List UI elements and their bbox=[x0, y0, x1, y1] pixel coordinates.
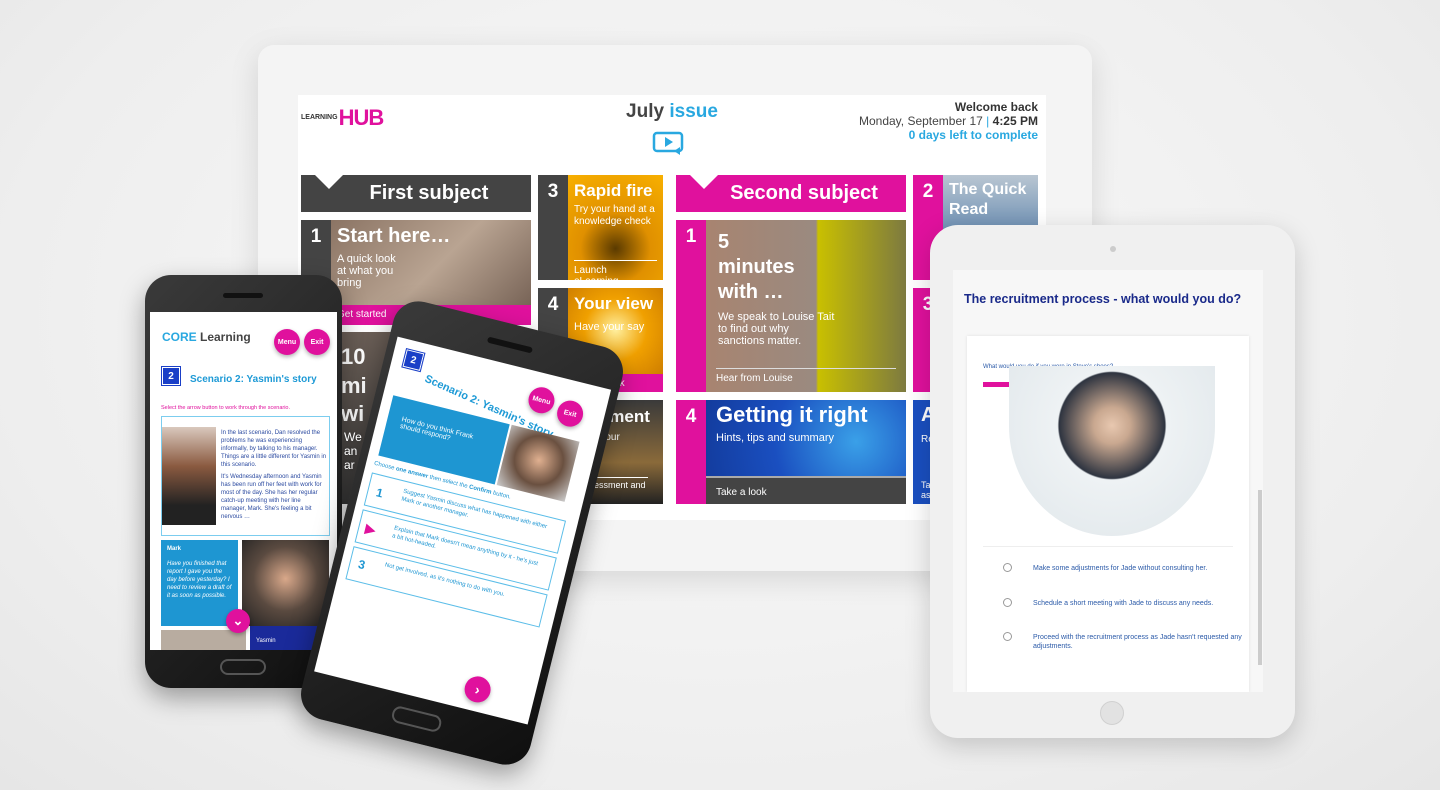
tile-title: Start here… bbox=[337, 225, 451, 247]
tile-number: 3 bbox=[538, 175, 568, 280]
scroll-down-button[interactable]: ⌄ bbox=[226, 609, 250, 633]
tile-number: 4 bbox=[676, 400, 706, 504]
tablet-screen: The recruitment process - what would you… bbox=[953, 270, 1263, 692]
date-text: Monday, September 17 bbox=[858, 114, 983, 128]
scrollbar[interactable] bbox=[1258, 490, 1262, 665]
tile-text: Hints, tips and summary bbox=[716, 432, 834, 444]
speaker-quote: Have you finished that report I gave you… bbox=[167, 561, 232, 599]
option-2-label[interactable]: Schedule a short meeting with Jade to di… bbox=[1033, 599, 1243, 608]
option-number: 1 bbox=[374, 485, 385, 501]
divider bbox=[983, 546, 1233, 547]
scenario-title: Scenario 2: Yasmin's story bbox=[190, 374, 317, 385]
launch-elearning-link[interactable]: Launch eLearning bbox=[574, 260, 657, 280]
story-paragraph-1: In the last scenario, Dan resolved the p… bbox=[221, 430, 327, 468]
hear-from-louise-link[interactable]: Hear from Louise bbox=[716, 368, 896, 388]
option-3-label[interactable]: Proceed with the recruitment process as … bbox=[1033, 633, 1243, 651]
instr-b: one answer bbox=[395, 466, 429, 480]
instr-a: Choose bbox=[373, 460, 397, 473]
home-button[interactable] bbox=[390, 704, 443, 734]
radio-option-2[interactable] bbox=[1003, 598, 1012, 607]
speaker-grille bbox=[486, 336, 533, 354]
front-camera bbox=[1110, 246, 1116, 252]
instr-d: Confirm bbox=[468, 484, 493, 496]
tile-5-minutes-with[interactable]: 1 5 minutes with … We speak to Louise Tai… bbox=[676, 220, 906, 392]
option-number: 3 bbox=[356, 557, 367, 573]
take-a-look-link[interactable]: Take a look bbox=[706, 476, 906, 504]
exit-button[interactable]: Exit bbox=[304, 329, 330, 355]
welcome-text: Welcome back bbox=[954, 100, 1038, 114]
tile-text: Try your hand at a knowledge check bbox=[574, 204, 655, 227]
story-box: In the last scenario, Dan resolved the p… bbox=[161, 416, 330, 536]
welcome-panel: Welcome back Monday, September 17 | 4:25… bbox=[859, 100, 1038, 142]
second-subject-header: Second subject bbox=[676, 175, 906, 212]
tile-number: 1 bbox=[676, 220, 706, 392]
question-card: What would you do if you were in Steve's… bbox=[967, 336, 1249, 692]
tile-number: 10 bbox=[341, 344, 366, 369]
story-paragraph-2: It's Wednesday afternoon and Yasmin has … bbox=[221, 474, 322, 520]
second-subject-label: Second subject bbox=[730, 182, 878, 204]
tile-title: Getting it right bbox=[716, 402, 868, 427]
next-photo bbox=[161, 630, 246, 650]
title-month: July bbox=[626, 101, 665, 122]
phone-left-screen: CORE Learning Menu Exit 2 Scenario 2: Ya… bbox=[150, 312, 337, 650]
speaker-name: Mark bbox=[167, 546, 182, 552]
tile-title: Rapid fire bbox=[574, 181, 653, 200]
steve-photo bbox=[1009, 366, 1215, 536]
separator: | bbox=[986, 114, 990, 128]
tile-title: mi wi bbox=[341, 373, 367, 426]
menu-button[interactable]: Menu bbox=[525, 384, 558, 417]
scenario-badge: 2 bbox=[401, 347, 426, 373]
tile-text: We an ar bbox=[344, 430, 362, 472]
tile-title: 5 minutes with … bbox=[718, 231, 795, 303]
radio-option-1[interactable] bbox=[1003, 563, 1012, 572]
speaker-grille bbox=[223, 293, 263, 298]
instr-e: button. bbox=[490, 489, 512, 501]
first-subject-header: First subject bbox=[301, 175, 531, 212]
home-button[interactable] bbox=[1100, 701, 1124, 725]
tile-rapid-fire[interactable]: 3 Rapid fire Try your hand at a knowledge… bbox=[538, 175, 663, 280]
next-button[interactable]: › bbox=[461, 673, 494, 706]
option-1-label[interactable]: Make some adjustments for Jade without c… bbox=[1033, 564, 1243, 573]
instruction-text: Select the arrow button to work through … bbox=[161, 405, 291, 411]
tile-text: We speak to Louise Tait to find out why … bbox=[718, 311, 835, 347]
title-issue: issue bbox=[669, 101, 718, 122]
brand-learning: Learning bbox=[196, 330, 251, 344]
tile-text: A quick look at what you bring bbox=[337, 253, 396, 289]
radio-option-3[interactable] bbox=[1003, 632, 1012, 641]
time-text: 4:25 PM bbox=[992, 114, 1038, 128]
scenario-badge: 2 bbox=[161, 366, 181, 386]
first-subject-label: First subject bbox=[369, 182, 489, 204]
tile-getting-it-right[interactable]: 4 Getting it right Hints, tips and summar… bbox=[676, 400, 906, 504]
days-left-text: 0 days left to complete bbox=[908, 128, 1038, 142]
selected-arrow-icon: ▶ bbox=[363, 519, 378, 538]
tile-text: Have your say bbox=[574, 321, 645, 333]
mark-photo bbox=[242, 540, 329, 626]
core-learning-logo: CORE Learning bbox=[162, 330, 251, 344]
tile-title: The Quick Read bbox=[949, 181, 1027, 218]
exit-button[interactable]: Exit bbox=[554, 397, 586, 430]
replay-video-icon[interactable] bbox=[652, 131, 686, 155]
yasmin-photo bbox=[162, 427, 216, 525]
brand-core: CORE bbox=[162, 330, 197, 344]
menu-button[interactable]: Menu bbox=[274, 329, 300, 355]
mark-speech-bubble: Mark Have you finished that report I gav… bbox=[161, 540, 238, 626]
tile-title: Your view bbox=[574, 294, 654, 313]
home-button[interactable] bbox=[220, 659, 266, 675]
question-title: The recruitment process - what would you… bbox=[964, 292, 1242, 306]
frank-photo bbox=[496, 424, 580, 502]
